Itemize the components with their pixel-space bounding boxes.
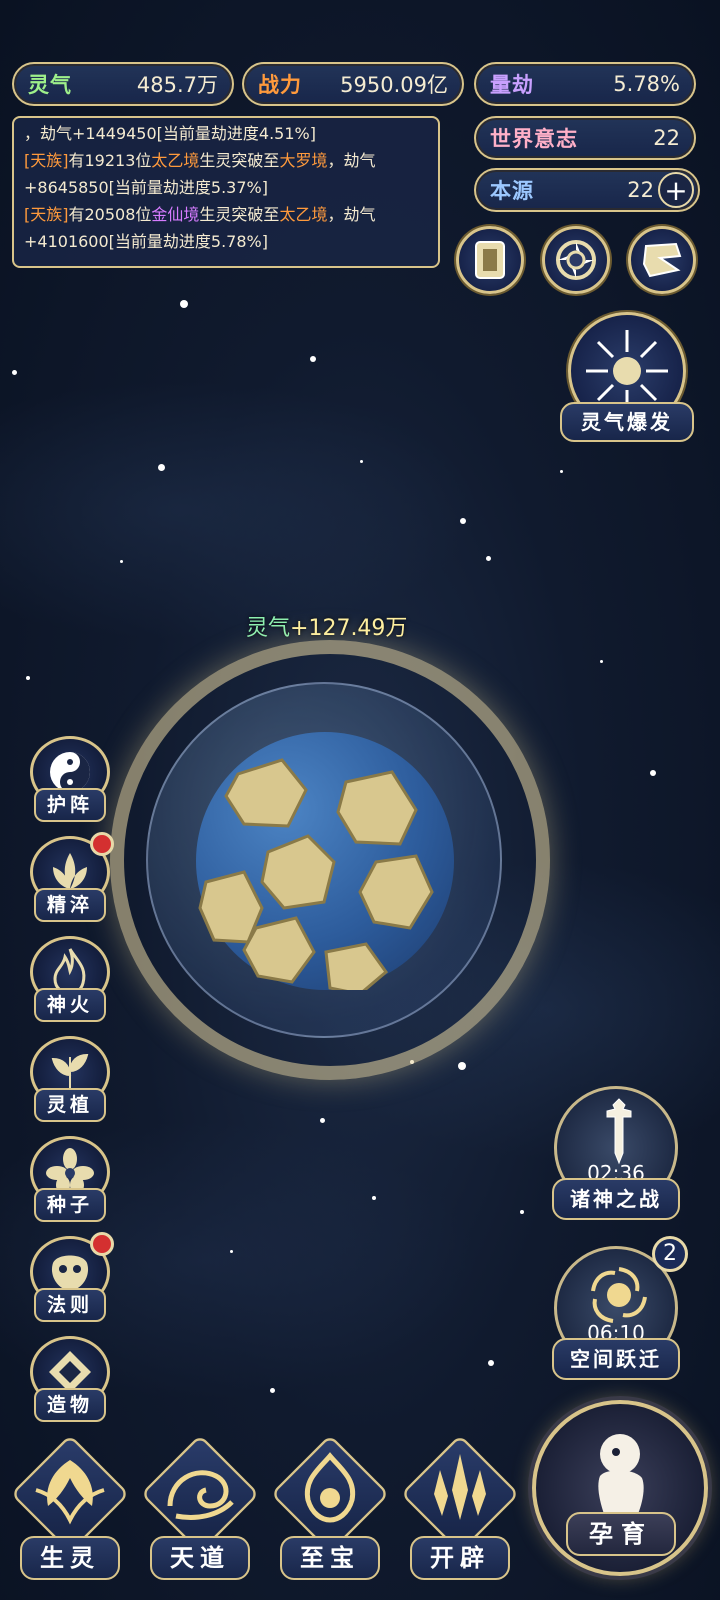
lingqi-value: 485.7万 — [136, 73, 218, 97]
nav-label: 生灵 — [20, 1536, 120, 1580]
gods-war-label[interactable]: 诸神之战 — [552, 1178, 680, 1220]
benyuan-stat: 本源 22 + — [474, 168, 700, 212]
nav-label: 至宝 — [280, 1536, 380, 1580]
breed-label: 孕育 — [566, 1512, 676, 1556]
zhanli-stat: 战力 5950.09亿 — [242, 62, 464, 106]
crystal-flame-icon — [434, 1454, 486, 1520]
planet-continents — [198, 758, 434, 996]
wave-swirl-icon — [167, 1470, 234, 1520]
planet[interactable] — [196, 732, 454, 996]
shijie-value: 22 — [653, 126, 680, 150]
phoenix-icon — [35, 1460, 105, 1525]
space-jump-badge: 2 — [652, 1236, 688, 1272]
side-item-faze[interactable]: 法则 — [26, 1232, 114, 1332]
nav-zhibao[interactable]: 至宝 — [270, 1434, 390, 1590]
card-button[interactable] — [456, 226, 524, 294]
nav-shengling[interactable]: 生灵 — [10, 1434, 130, 1590]
breed-button[interactable]: 孕育 — [532, 1400, 708, 1576]
benyuan-value: 22 — [627, 178, 654, 202]
vortex-icon — [556, 240, 596, 280]
scroll-button[interactable] — [628, 226, 696, 294]
log-tribe: [天族] — [24, 151, 69, 170]
side-item-huzhen[interactable]: 护阵 — [26, 736, 114, 832]
liangjie-value: 5.78% — [613, 72, 680, 96]
zhanli-value: 5950.09亿 — [340, 73, 448, 97]
log-entry: [天族]有19213位太乙境生灵突破至大罗境，劫气+8645850[当前量劫进度… — [24, 151, 376, 197]
side-item-lingzhi[interactable]: 灵植 — [26, 1036, 114, 1132]
shijie-stat[interactable]: 世界意志 22 — [474, 116, 696, 160]
event-log: ，劫气+1449450[当前量劫进度4.51%] [天族]有19213位太乙境生… — [12, 116, 440, 268]
lingqi-gain-text: 灵气+127.49万 — [246, 616, 408, 641]
benyuan-label: 本源 — [490, 179, 534, 203]
space-jump-label[interactable]: 空间跃迁 — [552, 1338, 680, 1380]
side-item-zhongzi[interactable]: 种子 — [26, 1136, 114, 1232]
portal-button[interactable] — [542, 226, 610, 294]
side-item-label: 精淬 — [34, 888, 106, 922]
side-item-label: 护阵 — [34, 788, 106, 822]
liangjie-label: 量劫 — [490, 73, 534, 97]
log-entry: [天族]有20508位金仙境生灵突破至太乙境，劫气+4101600[当前量劫进度… — [24, 205, 376, 251]
lingqi-stat: 灵气 485.7万 — [12, 62, 234, 106]
lingqi-label: 灵气 — [28, 73, 72, 97]
nav-kaipi[interactable]: 开辟 — [400, 1434, 520, 1590]
nav-label: 开辟 — [410, 1536, 510, 1580]
side-item-label: 造物 — [34, 1388, 106, 1422]
notification-dot — [90, 832, 114, 856]
lingqi-burst-label[interactable]: 灵气爆发 — [560, 402, 694, 442]
log-tribe: [天族] — [24, 205, 69, 224]
nav-label: 天道 — [150, 1536, 250, 1580]
figure-silhouette-icon — [598, 1434, 644, 1514]
zhanli-label: 战力 — [258, 73, 302, 97]
flag-icon — [642, 242, 682, 278]
side-item-label: 神火 — [34, 988, 106, 1022]
notification-dot — [90, 1232, 114, 1256]
side-item-jingcui[interactable]: 精淬 — [26, 832, 114, 932]
shijie-label: 世界意志 — [490, 127, 578, 151]
side-item-shenhuo[interactable]: 神火 — [26, 936, 114, 1032]
side-item-label: 灵植 — [34, 1088, 106, 1122]
liangjie-stat[interactable]: 量劫 5.78% — [474, 62, 696, 106]
treasure-flame-icon — [304, 1452, 356, 1523]
log-line: ，劫气+1449450[当前量劫进度4.51%] — [24, 124, 316, 143]
nav-tiandao[interactable]: 天道 — [140, 1434, 260, 1590]
card-icon — [475, 241, 505, 279]
side-item-label: 法则 — [34, 1288, 106, 1322]
side-item-zaowu[interactable]: 造物 — [26, 1336, 114, 1432]
sword-icon — [606, 1098, 632, 1165]
benyuan-plus-button[interactable]: + — [658, 172, 694, 208]
side-item-label: 种子 — [34, 1188, 106, 1222]
